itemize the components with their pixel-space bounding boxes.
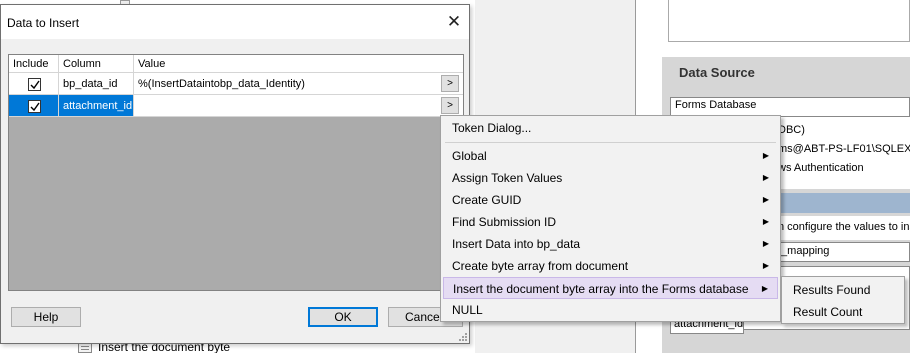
submenu-arrow-icon: ▶ <box>762 261 769 270</box>
menu-item-insert-byte-array[interactable]: Insert the document byte array into the … <box>443 277 778 299</box>
menu-item-label: Create GUID <box>452 193 522 207</box>
menu-item-label: Insert the document byte array into the … <box>453 282 749 296</box>
token-context-menu: Token Dialog... Global ▶ Assign Token Va… <box>440 115 781 322</box>
menu-item-label: Token Dialog... <box>452 121 532 135</box>
menu-item-create-guid[interactable]: Create GUID ▶ <box>443 189 778 211</box>
help-button[interactable]: Help <box>11 307 81 327</box>
column-header-column[interactable]: Column <box>59 55 134 73</box>
column-cell[interactable]: bp_data_id <box>59 73 134 95</box>
dialog-titlebar[interactable]: Data to Insert ✕ <box>1 5 469 39</box>
menu-item-insert-data-bp-data[interactable]: Insert Data into bp_data ▶ <box>443 233 778 255</box>
submenu-arrow-icon: ▶ <box>762 173 769 182</box>
ok-button[interactable]: OK <box>308 307 378 327</box>
menu-item-assign-token-values[interactable]: Assign Token Values ▶ <box>443 167 778 189</box>
include-cell <box>9 73 59 95</box>
submenu-arrow-icon: ▶ <box>762 217 769 226</box>
resize-grip-icon[interactable] <box>457 331 467 341</box>
token-submenu: Results Found Result Count <box>781 276 905 324</box>
include-checkbox[interactable] <box>28 100 41 113</box>
submenu-arrow-icon: ▶ <box>762 151 769 160</box>
menu-item-token-dialog[interactable]: Token Dialog... <box>443 117 778 139</box>
grid-header-row: Include Column Value <box>9 55 463 73</box>
data-source-select[interactable]: Forms Database <box>670 97 910 117</box>
submenu-arrow-icon: ▶ <box>762 239 769 248</box>
value-cell[interactable]: %(InsertDataintobp_data_Identity) > <box>134 73 463 95</box>
column-header-value[interactable]: Value <box>134 55 463 73</box>
table-row: bp_data_id %(InsertDataintobp_data_Ident… <box>9 73 463 95</box>
token-picker-button[interactable]: > <box>441 97 459 114</box>
data-source-info-line: DBC) <box>778 124 805 136</box>
data-grid: Include Column Value bp_data_id %(Insert… <box>8 54 464 291</box>
column-header-include[interactable]: Include <box>9 55 59 73</box>
dialog-title: Data to Insert <box>7 16 80 30</box>
mapping-select-value: t_mapping <box>778 245 830 257</box>
data-source-info-line: ms@ABT-PS-LF01\SQLEX <box>778 143 910 155</box>
include-cell <box>9 95 59 117</box>
menu-item-label: Global <box>452 149 487 163</box>
value-cell[interactable]: > <box>134 95 463 117</box>
data-source-info-line: ws Authentication <box>778 162 864 174</box>
submenu-item-result-count[interactable]: Result Count <box>784 300 902 322</box>
submenu-arrow-icon: ▶ <box>761 284 768 293</box>
data-source-title: Data Source <box>679 65 755 80</box>
menu-item-label: Assign Token Values <box>452 171 563 185</box>
submenu-arrow-icon: ▶ <box>762 195 769 204</box>
value-text: %(InsertDataintobp_data_Identity) <box>138 78 305 90</box>
menu-item-null[interactable]: NULL <box>443 299 778 321</box>
menu-item-label: Create byte array from document <box>452 259 629 273</box>
configure-text: n configure the values to ins <box>778 221 910 233</box>
menu-separator <box>445 142 776 143</box>
close-icon[interactable]: ✕ <box>445 13 463 31</box>
data-to-insert-dialog: Data to Insert ✕ Include Column Value bp… <box>0 4 470 344</box>
column-cell[interactable]: attachment_id <box>59 95 134 117</box>
submenu-item-results-found[interactable]: Results Found <box>784 278 902 300</box>
menu-item-find-submission-id[interactable]: Find Submission ID ▶ <box>443 211 778 233</box>
include-checkbox[interactable] <box>28 78 41 91</box>
menu-item-label: NULL <box>452 303 483 317</box>
menu-item-global[interactable]: Global ▶ <box>443 145 778 167</box>
menu-item-label: Find Submission ID <box>452 215 557 229</box>
token-picker-button[interactable]: > <box>441 75 459 92</box>
menu-item-create-byte-array[interactable]: Create byte array from document ▶ <box>443 255 778 277</box>
properties-textbox[interactable] <box>668 0 910 42</box>
table-row: attachment_id > <box>9 95 463 117</box>
menu-item-label: Insert Data into bp_data <box>452 237 581 251</box>
